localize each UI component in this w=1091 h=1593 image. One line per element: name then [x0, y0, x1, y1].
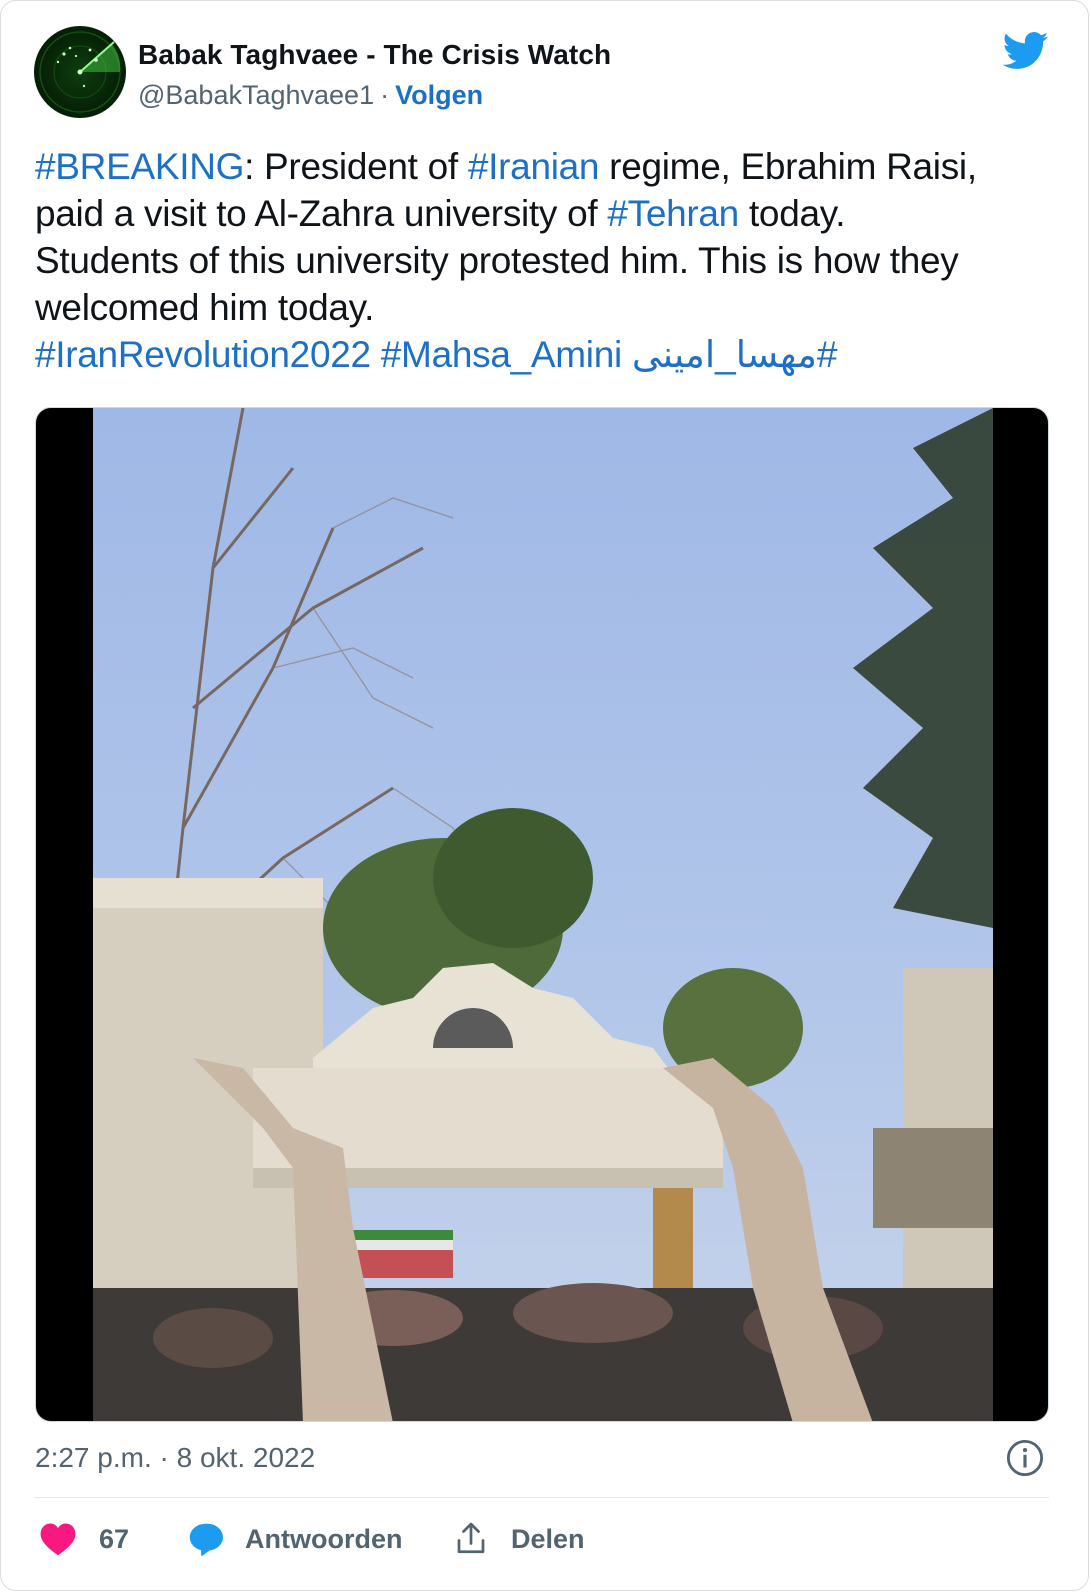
hashtag-breaking[interactable]: #BREAKING [35, 146, 244, 187]
tweet-text-segment: today. [738, 193, 846, 234]
tweet-line: welcomed him today. [35, 284, 1065, 331]
author-handle-row: @BabakTaghvaee1 · Volgen [138, 80, 483, 111]
author-name[interactable]: Babak Taghvaee - The Crisis Watch [138, 39, 611, 71]
actions-divider [35, 1497, 1049, 1498]
tweet-text-segment: : President of [244, 146, 468, 187]
tweet-line: Students of this university protested hi… [35, 237, 1065, 284]
like-button[interactable]: 67 [39, 1511, 129, 1567]
tweet-text-segment [371, 334, 381, 375]
tweet-text-segment: Students of this university protested hi… [35, 240, 959, 281]
tweet-timestamp[interactable]: 2:27 p.m. · 8 okt. 2022 [35, 1442, 315, 1474]
tweet-time: 2:27 p.m. [35, 1442, 152, 1473]
hashtag-tehran[interactable]: #Tehran [607, 193, 739, 234]
hashtag-iranian[interactable]: #Iranian [468, 146, 600, 187]
video-thumbnail [93, 408, 993, 1421]
tweet-text-segment: welcomed him today. [35, 287, 375, 328]
hashtag-mahsa-amini[interactable]: #Mahsa_Amini [381, 334, 622, 375]
reply-button[interactable]: Antwoorden [187, 1511, 402, 1567]
tweet-text-segment: regime, Ebrahim Raisi, [599, 146, 977, 187]
radar-avatar-icon [39, 31, 121, 113]
avatar[interactable] [34, 26, 126, 118]
info-icon[interactable] [1006, 1439, 1044, 1477]
reply-label: Antwoorden [245, 1523, 403, 1554]
video-player[interactable] [35, 407, 1049, 1422]
twitter-bird-icon[interactable] [1003, 31, 1049, 71]
author-handle[interactable]: @BabakTaghvaee1 [138, 80, 374, 110]
tweet-line: #BREAKING: President of #Iranian regime,… [35, 143, 1065, 190]
share-button[interactable]: Delen [453, 1511, 585, 1567]
reply-bubble-icon [189, 1523, 223, 1556]
hashtag-iranrevolution2022[interactable]: #IranRevolution2022 [35, 334, 371, 375]
tweet-date: 8 okt. 2022 [176, 1442, 316, 1473]
like-count: 67 [99, 1523, 130, 1554]
tweet-text: #BREAKING: President of #Iranian regime,… [35, 143, 1065, 378]
share-icon [457, 1522, 485, 1554]
tweet-text-segment [622, 334, 632, 375]
share-label: Delen [511, 1523, 585, 1554]
follow-button[interactable]: Volgen [395, 80, 483, 110]
tweet-line: #IranRevolution2022 #Mahsa_Amini #مهسا_ا… [35, 331, 1065, 378]
timestamp-separator: · [159, 1442, 169, 1473]
tweet-card: Babak Taghvaee - The Crisis Watch @Babak… [0, 0, 1089, 1591]
handle-separator: · [380, 80, 390, 110]
tweet-line: paid a visit to Al-Zahra university of #… [35, 190, 1065, 237]
tweet-actions: 67 Antwoorden Delen [35, 1511, 1049, 1567]
hashtag-mahsa-amini-persian[interactable]: #مهسا_امینی [632, 334, 838, 375]
tweet-text-segment: paid a visit to Al-Zahra university of [35, 193, 608, 234]
heart-icon [40, 1523, 76, 1556]
video-frame-image [93, 408, 993, 1421]
